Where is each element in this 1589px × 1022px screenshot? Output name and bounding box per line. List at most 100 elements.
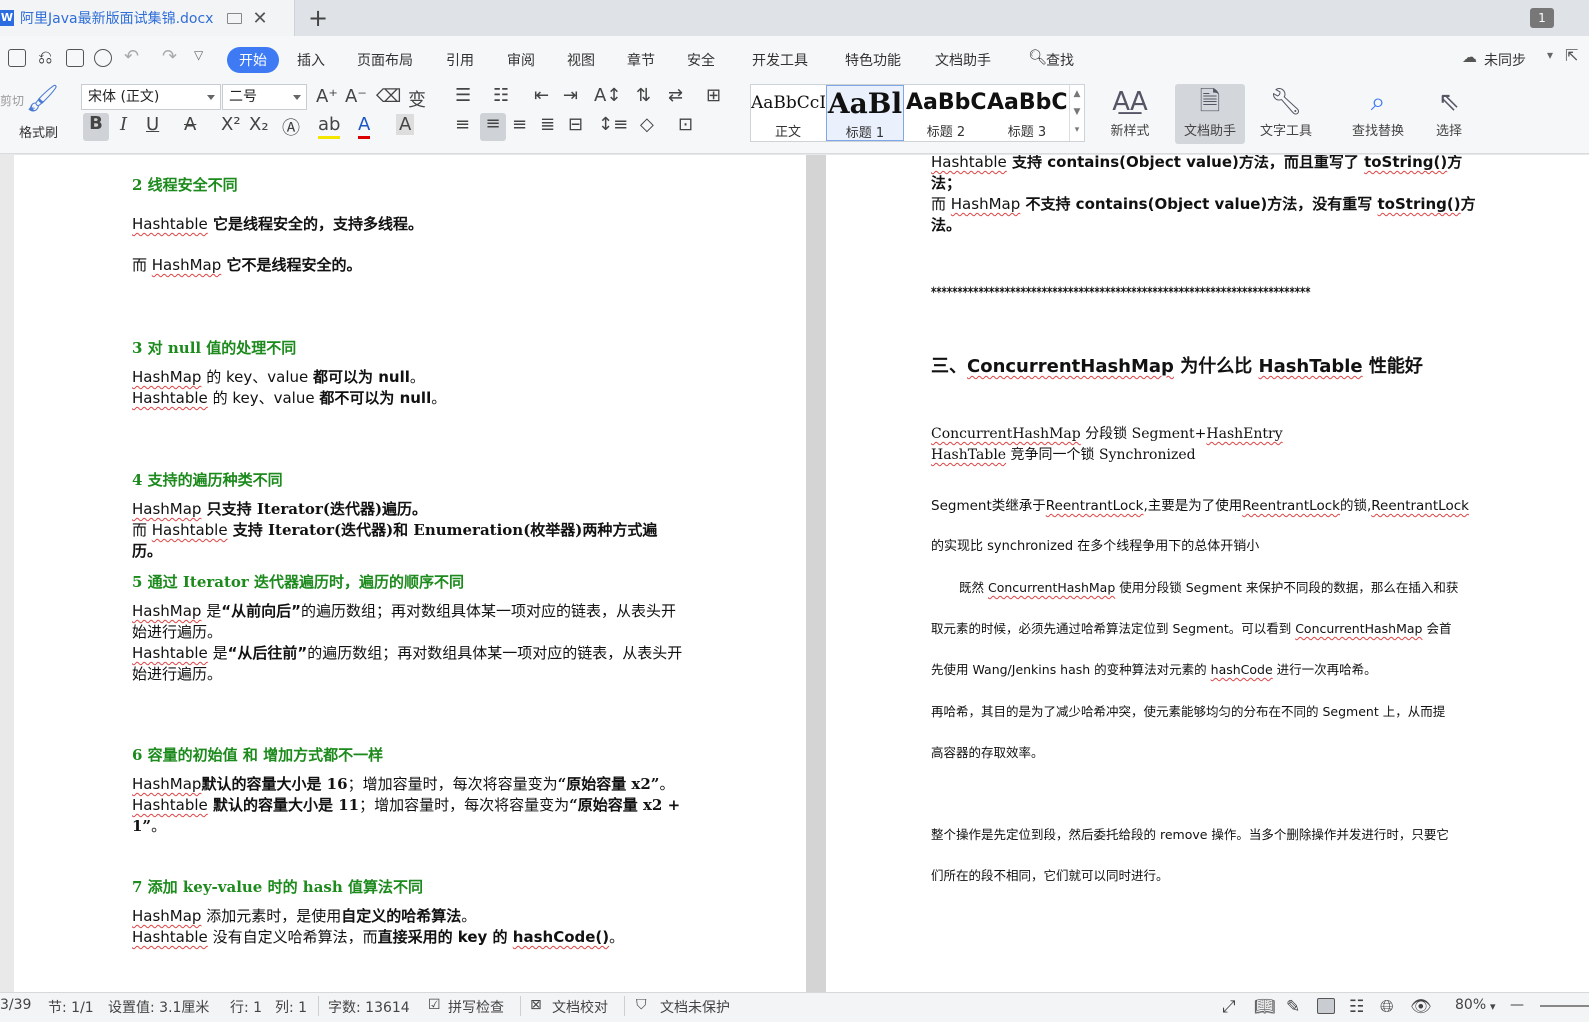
style-normal[interactable]: AaBbCcDd 正文 <box>751 85 825 141</box>
zoom-out-button[interactable]: — <box>1510 997 1524 1013</box>
document-assistant-icon: 🗎 <box>1199 87 1221 117</box>
menu-developer-tools[interactable]: 开发工具 <box>752 50 808 70</box>
justify-icon[interactable]: ≣ <box>540 114 555 135</box>
page-left: 2 线程安全不同 Hashtable 它是线程安全的，支持多线程。 而 Hash… <box>14 155 806 992</box>
bullet-list-icon[interactable]: ☰ <box>455 85 471 106</box>
menu-references[interactable]: 引用 <box>446 50 474 70</box>
sort-icon[interactable]: ⇅ <box>636 85 651 106</box>
text-tools-button[interactable]: 🔧︎ 文字工具 <box>1250 84 1322 139</box>
grow-font-icon[interactable]: A⁺ <box>316 86 338 107</box>
menu-security[interactable]: 安全 <box>687 50 715 70</box>
text-direction-icon[interactable]: A↕ <box>594 85 621 106</box>
sync-status[interactable]: 未同步 <box>1484 50 1526 70</box>
add-tab-button[interactable]: + <box>308 4 328 32</box>
shrink-font-icon[interactable]: A⁻ <box>345 86 367 107</box>
zoom-slider[interactable] <box>1540 1005 1589 1007</box>
menu-insert[interactable]: 插入 <box>297 50 325 70</box>
fullscreen-icon[interactable]: ⤢ <box>1222 997 1236 1017</box>
spell-check-button[interactable]: 拼写检查 <box>448 997 504 1017</box>
print-preview-icon[interactable] <box>94 49 112 67</box>
font-name-select[interactable]: 宋体 (正文) <box>81 84 221 110</box>
find-search-icon[interactable]: 🔍︎ <box>1028 48 1047 66</box>
zoom-level[interactable]: 80% <box>1455 997 1486 1013</box>
menu-find[interactable]: 查找 <box>1046 50 1074 70</box>
web-view-icon[interactable]: 🌐︎ <box>1380 997 1394 1017</box>
paragraph: 而 HashMap 它不是线程安全的。 <box>132 256 362 274</box>
phonetic-guide-icon[interactable]: 变 <box>408 86 426 112</box>
menu-document-assistant[interactable]: 文档助手 <box>935 50 991 70</box>
subscript-button[interactable]: X₂ <box>249 114 269 135</box>
document-assistant-button[interactable]: 🗎 文档助手 <box>1175 84 1245 144</box>
protection-status[interactable]: 文档未保护 <box>660 997 730 1017</box>
redo-icon[interactable]: ↷ <box>162 46 177 67</box>
new-style-button[interactable]: A͟A 新样式 <box>1102 84 1158 139</box>
distribute-icon[interactable]: ⊟ <box>568 114 583 135</box>
shading-fill-icon[interactable]: ◇ <box>640 114 654 135</box>
section-indicator: 节: 1/1 <box>48 1000 94 1016</box>
page-view-icon[interactable] <box>1317 998 1335 1014</box>
find-replace-button[interactable]: ⌕ 查找替换 <box>1342 84 1414 139</box>
menu-special-features[interactable]: 特色功能 <box>845 50 901 70</box>
menu-home[interactable]: 开始 <box>227 47 279 73</box>
cloud-sync-icon[interactable]: ☁ <box>1462 48 1477 66</box>
close-tab-icon[interactable]: ✕ <box>252 8 267 29</box>
style-gallery-scroll[interactable]: ▲ ▼ ▾ <box>1069 85 1084 141</box>
clear-format-icon[interactable]: ⌫ <box>376 86 401 107</box>
text-effect-icon[interactable]: Ⓐ <box>282 114 300 140</box>
align-center-icon[interactable]: ≡ <box>480 113 506 141</box>
cut-label[interactable]: 剪切 <box>0 92 24 109</box>
select-button[interactable]: ⇖ 选择 <box>1425 84 1473 139</box>
column-indicator: 列: 1 <box>275 1000 308 1016</box>
numbered-list-icon[interactable]: ☷ <box>493 85 509 106</box>
customize-toolbar-icon[interactable]: ▽ <box>194 48 203 62</box>
strikethrough-button[interactable]: A <box>184 114 196 135</box>
chevron-down-icon <box>293 95 301 100</box>
font-size-select[interactable]: 二号 <box>222 84 307 110</box>
undo-history-icon[interactable]: ⎌ <box>38 47 52 68</box>
align-right-icon[interactable]: ≡ <box>512 114 527 135</box>
line-spacing-icon[interactable]: ↕≡ <box>598 114 628 135</box>
menu-page-layout[interactable]: 页面布局 <box>357 50 413 70</box>
format-painter-icon[interactable]: 🖌︎ <box>26 84 59 114</box>
menu-view[interactable]: 视图 <box>567 50 595 70</box>
page-separator-scrollbar[interactable] <box>806 155 826 992</box>
style-heading-3[interactable]: AaBbC 标题 3 <box>987 85 1067 141</box>
format-painter-button[interactable]: 格式刷 <box>19 122 58 141</box>
page-indicator[interactable]: 3/39 <box>0 997 31 1013</box>
new-style-label: 新样式 <box>1110 124 1150 139</box>
save-icon[interactable] <box>8 49 26 67</box>
font-color-icon[interactable]: A <box>358 114 371 139</box>
decrease-indent-icon[interactable]: ⇤ <box>534 85 549 106</box>
increase-indent-icon[interactable]: ⇥ <box>563 85 578 106</box>
paragraph: HashMap 的 key、value 都可以为 null。 Hashtable … <box>132 368 447 407</box>
char-spacing-icon[interactable]: ⇄ <box>668 85 683 106</box>
document-tab[interactable]: W 阿里Java最新版面试集锦.docx ✕ <box>0 0 295 36</box>
bold-button[interactable]: B <box>83 113 109 141</box>
style-heading-1[interactable]: AaBl 标题 1 <box>826 85 904 141</box>
underline-button[interactable]: U <box>146 114 159 135</box>
print-icon[interactable] <box>66 49 84 67</box>
paragraph: 的实现比 synchronized 在多个线程争用下的总体开销小 <box>931 539 1260 554</box>
borders-icon[interactable]: ⊡ <box>678 114 693 135</box>
window-count-badge[interactable]: 1 <box>1530 8 1554 28</box>
proofread-button[interactable]: 文档校对 <box>552 997 608 1017</box>
align-left-icon[interactable]: ≡ <box>455 114 470 135</box>
table-icon[interactable]: ⊞ <box>706 85 721 106</box>
italic-button[interactable]: I <box>120 114 127 135</box>
highlight-icon[interactable]: ab <box>318 114 341 139</box>
read-mode-icon[interactable]: 📖︎ <box>1254 997 1276 1017</box>
write-mode-icon[interactable]: ✎ <box>1286 997 1300 1017</box>
menu-chapter[interactable]: 章节 <box>627 50 655 70</box>
menu-review[interactable]: 审阅 <box>507 50 535 70</box>
monitor-icon[interactable] <box>227 12 243 24</box>
share-icon[interactable]: ⇱ <box>1565 46 1578 65</box>
undo-icon[interactable]: ↶ <box>124 46 139 67</box>
word-count[interactable]: 字数: 13614 <box>328 997 410 1017</box>
sync-dropdown-icon[interactable]: ▾ <box>1547 48 1553 62</box>
eye-protection-icon[interactable]: 👁︎ <box>1410 997 1432 1017</box>
zoom-dropdown-icon[interactable]: ▾ <box>1490 1000 1496 1013</box>
outline-view-icon[interactable]: ☷ <box>1349 997 1364 1017</box>
char-shading-icon[interactable]: A <box>396 114 415 135</box>
superscript-button[interactable]: X² <box>221 114 241 135</box>
style-heading-2[interactable]: AaBbC 标题 2 <box>906 85 986 141</box>
